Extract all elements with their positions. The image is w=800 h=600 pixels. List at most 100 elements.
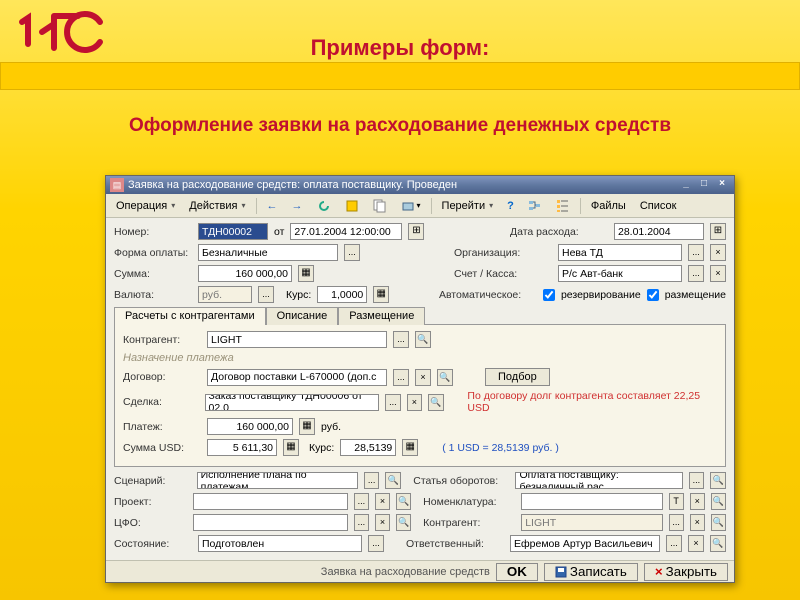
project-clear[interactable]: × <box>375 493 390 510</box>
tab-placement[interactable]: Размещение <box>338 307 425 325</box>
article-ellipsis[interactable]: ... <box>689 472 705 489</box>
cfo-ellipsis[interactable]: ... <box>354 514 369 531</box>
scenario-label: Сценарий: <box>114 475 191 487</box>
acct-label: Счет / Касса: <box>454 268 552 280</box>
project-field[interactable] <box>193 493 348 510</box>
currency-ellipsis[interactable]: ... <box>258 286 274 303</box>
minimize-button[interactable]: _ <box>678 178 694 192</box>
rate2-field[interactable]: 28,5139 <box>340 439 396 456</box>
deal-clear[interactable]: × <box>407 394 423 411</box>
ok-button[interactable]: OK <box>496 563 538 581</box>
date-field[interactable]: 27.01.2004 12:00:00 <box>290 223 402 240</box>
tree-button[interactable] <box>550 197 576 215</box>
resp-clear[interactable]: × <box>688 535 704 552</box>
maximize-button[interactable]: □ <box>696 178 712 192</box>
c2-clear[interactable]: × <box>690 514 705 531</box>
contract-clear[interactable]: × <box>415 369 431 386</box>
rate-field[interactable]: 1,0000 <box>317 286 367 303</box>
files-button[interactable]: Файлы <box>585 197 632 215</box>
window-title: Заявка на расходование средств: оплата п… <box>128 179 676 191</box>
copy-button[interactable] <box>367 197 393 215</box>
debt-note: По договору долг контрагента составляет … <box>467 390 717 414</box>
nomen-T[interactable]: T <box>669 493 684 510</box>
number-field[interactable]: ТДН00002 <box>198 223 268 240</box>
calendar2-button[interactable]: ⊞ <box>710 223 726 240</box>
pick-button[interactable]: Подбор <box>485 368 550 386</box>
deal-field[interactable]: Заказ поставщику ТДН00006 от 02.0 <box>205 394 380 411</box>
org-field[interactable]: Нева ТД <box>558 244 682 261</box>
article-lookup[interactable]: 🔍 <box>710 472 726 489</box>
org-clear[interactable]: × <box>710 244 726 261</box>
sumusd-field[interactable]: 5 611,30 <box>207 439 277 456</box>
reserve-checkbox[interactable] <box>543 289 555 301</box>
state-ellipsis[interactable]: ... <box>368 535 384 552</box>
scenario-field[interactable]: Исполнение плана по платежам <box>197 472 358 489</box>
rate-calc[interactable]: ▦ <box>373 286 389 303</box>
deal-ellipsis[interactable]: ... <box>385 394 401 411</box>
close-button[interactable]: × <box>714 178 730 192</box>
payform-ellipsis[interactable]: ... <box>344 244 360 261</box>
close-form-button[interactable]: ×Закрыть <box>644 563 728 581</box>
nomen-clear[interactable]: × <box>690 493 705 510</box>
project-ellipsis[interactable]: ... <box>354 493 369 510</box>
placement-checkbox[interactable] <box>647 289 659 301</box>
search-icon: 🔍 <box>713 475 724 485</box>
article-field[interactable]: Оплата поставщику: безналичный рас <box>515 472 682 489</box>
acct-clear[interactable]: × <box>710 265 726 282</box>
calendar-button[interactable]: ⊞ <box>408 223 424 240</box>
scenario-ellipsis[interactable]: ... <box>364 472 380 489</box>
structure-button[interactable] <box>522 197 548 215</box>
doc-icon: ▤ <box>110 178 124 192</box>
counterparty-ellipsis[interactable]: ... <box>393 331 409 348</box>
c2-ellipsis[interactable]: ... <box>669 514 684 531</box>
acct-ellipsis[interactable]: ... <box>688 265 704 282</box>
tab-description[interactable]: Описание <box>266 307 339 325</box>
sum-calc[interactable]: ▦ <box>298 265 314 282</box>
c2-field: LIGHT <box>521 514 662 531</box>
payment-calc[interactable]: ▦ <box>299 418 315 435</box>
responsible-field[interactable]: Ефремов Артур Васильевич <box>510 535 660 552</box>
refresh-icon <box>317 199 331 213</box>
sumusd-calc[interactable]: ▦ <box>283 439 299 456</box>
state-field[interactable]: Подготовлен <box>198 535 362 552</box>
post-button[interactable] <box>339 197 365 215</box>
sum-label: Сумма: <box>114 268 192 280</box>
cfo-lookup[interactable]: 🔍 <box>396 514 411 531</box>
resp-lookup[interactable]: 🔍 <box>710 535 726 552</box>
help-button[interactable]: ? <box>501 197 520 215</box>
operation-menu[interactable]: Операция <box>110 197 181 215</box>
counterparty-field[interactable]: LIGHT <box>207 331 387 348</box>
list-button[interactable]: Список <box>634 197 683 215</box>
contract-lookup[interactable]: 🔍 <box>437 369 453 386</box>
project-lookup[interactable]: 🔍 <box>396 493 411 510</box>
nomen-lookup[interactable]: 🔍 <box>711 493 726 510</box>
actions-menu[interactable]: Действия <box>183 197 251 215</box>
refresh-button[interactable] <box>311 197 337 215</box>
counterparty-lookup[interactable]: 🔍 <box>415 331 431 348</box>
rate2-calc[interactable]: ▦ <box>402 439 418 456</box>
cfo-clear[interactable]: × <box>375 514 390 531</box>
save-button[interactable]: Записать <box>544 563 638 581</box>
org-ellipsis[interactable]: ... <box>688 244 704 261</box>
contract-field[interactable]: Договор поставки L-670000 (доп.с <box>207 369 387 386</box>
payform-field[interactable]: Безналичные <box>198 244 338 261</box>
tab-settlements[interactable]: Расчеты с контрагентами <box>114 307 266 325</box>
date-exp-field[interactable]: 28.01.2004 <box>614 223 704 240</box>
cfo-field[interactable] <box>193 514 348 531</box>
form-body: Номер: ТДН00002 от 27.01.2004 12:00:00 ⊞… <box>106 218 734 560</box>
currency-label: Валюта: <box>114 289 192 301</box>
basedon-button[interactable]: ▾ <box>395 197 427 215</box>
resp-ellipsis[interactable]: ... <box>666 535 682 552</box>
acct-field[interactable]: Р/с Авт-банк <box>558 265 682 282</box>
contract-ellipsis[interactable]: ... <box>393 369 409 386</box>
payment-field[interactable]: 160 000,00 <box>207 418 293 435</box>
c2-lookup[interactable]: 🔍 <box>711 514 726 531</box>
sum-field[interactable]: 160 000,00 <box>198 265 292 282</box>
nav-back-button[interactable]: ← <box>261 197 284 215</box>
currency-field: руб. <box>198 286 252 303</box>
nav-forward-button[interactable]: → <box>286 197 309 215</box>
goto-menu[interactable]: Перейти <box>436 197 500 215</box>
nomenclature-field[interactable] <box>521 493 662 510</box>
deal-lookup[interactable]: 🔍 <box>428 394 444 411</box>
scenario-lookup[interactable]: 🔍 <box>385 472 401 489</box>
